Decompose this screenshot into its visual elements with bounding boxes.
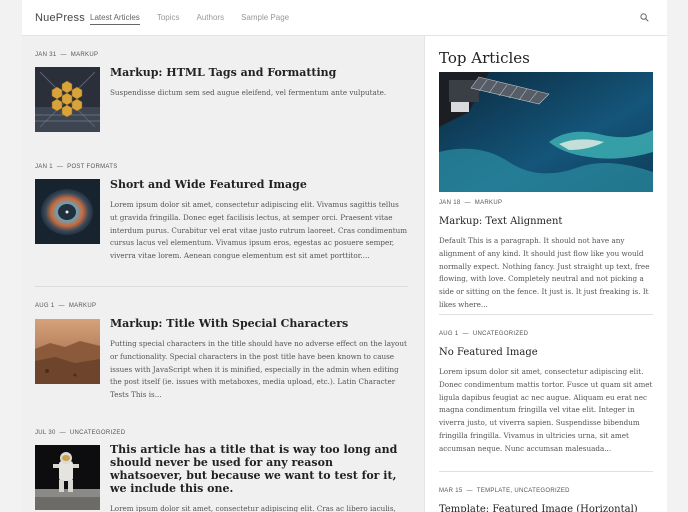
post-body: Short and Wide Featured Image Lorem ipsu… (110, 178, 408, 263)
post-excerpt: Putting special characters in the title … (110, 339, 407, 400)
main-nav: Latest Articles Topics Authors Sample Pa… (90, 13, 306, 25)
post-meta: JUL 30— UNCATEGORIZED (35, 430, 126, 436)
post-title[interactable]: Markup: Title With Special Characters (110, 317, 408, 330)
article-excerpt: Default This is a paragraph. It should n… (439, 236, 650, 309)
post-body: This article has a title that is way too… (110, 443, 408, 512)
article-date: JAN 18 (439, 200, 461, 206)
top-article-item: MAR 15— TEMPLATE, UNCATEGORIZED Template:… (439, 488, 653, 512)
post-date: JUL 30 (35, 430, 56, 436)
article-excerpt: Lorem ipsum dolor sit amet, consectetur … (439, 367, 653, 453)
post-body: Markup: HTML Tags and Formatting Suspend… (110, 66, 408, 100)
post-item: AUG 1— MARKUP Markup: Title With Special … (35, 303, 408, 399)
search-icon[interactable] (640, 13, 649, 22)
article-category[interactable]: MARKUP (475, 200, 502, 206)
post-category[interactable]: MARKUP (71, 52, 98, 58)
nav-latest-articles[interactable]: Latest Articles (90, 13, 140, 25)
article-date: AUG 1 (439, 331, 459, 337)
post-meta: JAN 1— POST FORMATS (35, 164, 118, 170)
post-body: Markup: Title With Special Characters Pu… (110, 317, 408, 402)
article-meta: MAR 15— TEMPLATE, UNCATEGORIZED (439, 488, 570, 494)
nav-sample-page[interactable]: Sample Page (241, 13, 289, 25)
post-item: JAN 1— POST FORMATS Short and Wide Featur… (35, 164, 408, 260)
post-category[interactable]: MARKUP (69, 303, 96, 309)
article-title[interactable]: Template: Featured Image (Horizontal) (439, 504, 653, 512)
post-category[interactable]: POST FORMATS (67, 164, 117, 170)
article-date: MAR 15 (439, 488, 463, 494)
post-title[interactable]: Markup: HTML Tags and Formatting (110, 66, 408, 79)
post-date: JAN 1 (35, 164, 53, 170)
post-excerpt: Lorem ipsum dolor sit amet, consectetur … (110, 504, 396, 512)
top-article-item: JAN 18— MARKUP Markup: Text Alignment Def… (439, 200, 653, 312)
post-meta: AUG 1— MARKUP (35, 303, 97, 309)
nav-topics[interactable]: Topics (157, 13, 180, 25)
article-feed: JAN 31— MARKUP Markup: HTML Tags and Form… (22, 36, 424, 512)
article-meta: JAN 18— MARKUP (439, 200, 503, 206)
post-thumbnail-mars-landscape[interactable] (35, 319, 100, 384)
post-date: JAN 31 (35, 52, 57, 58)
sidebar-divider (439, 471, 653, 472)
post-category[interactable]: UNCATEGORIZED (70, 430, 125, 436)
top-navigation-bar: NuePress Latest Articles Topics Authors … (22, 0, 667, 36)
post-excerpt: Suspendisse dictum sem sed augue eleifen… (110, 88, 387, 97)
post-divider (35, 286, 408, 287)
post-thumbnail-telescope-mirror[interactable] (35, 67, 100, 132)
post-meta: JAN 31— MARKUP (35, 52, 99, 58)
article-category[interactable]: TEMPLATE, UNCATEGORIZED (477, 488, 570, 494)
article-title[interactable]: Markup: Text Alignment (439, 216, 653, 227)
post-title[interactable]: This article has a title that is way too… (110, 443, 408, 495)
post-excerpt: Lorem ipsum dolor sit amet, consectetur … (110, 200, 408, 261)
top-article-item: AUG 1— UNCATEGORIZED No Featured Image Lo… (439, 331, 653, 456)
article-title[interactable]: No Featured Image (439, 347, 653, 358)
site-brand[interactable]: NuePress (35, 12, 85, 24)
sidebar-divider (439, 314, 653, 315)
post-thumbnail-astronaut-moon[interactable] (35, 445, 100, 510)
article-category[interactable]: UNCATEGORIZED (473, 331, 528, 337)
nav-authors[interactable]: Authors (197, 13, 225, 25)
post-thumbnail-nebula[interactable] (35, 179, 100, 244)
featured-image-space-station[interactable] (439, 72, 653, 192)
top-articles-sidebar: Top Articles JAN 18— MARKUP Markup: Text… (424, 36, 667, 512)
article-meta: AUG 1— UNCATEGORIZED (439, 331, 529, 337)
post-item: JUL 30— UNCATEGORIZED This article has a … (35, 430, 408, 512)
post-date: AUG 1 (35, 303, 55, 309)
post-title[interactable]: Short and Wide Featured Image (110, 178, 408, 191)
post-item: JAN 31— MARKUP Markup: HTML Tags and Form… (35, 52, 408, 132)
sidebar-title: Top Articles (439, 49, 530, 67)
